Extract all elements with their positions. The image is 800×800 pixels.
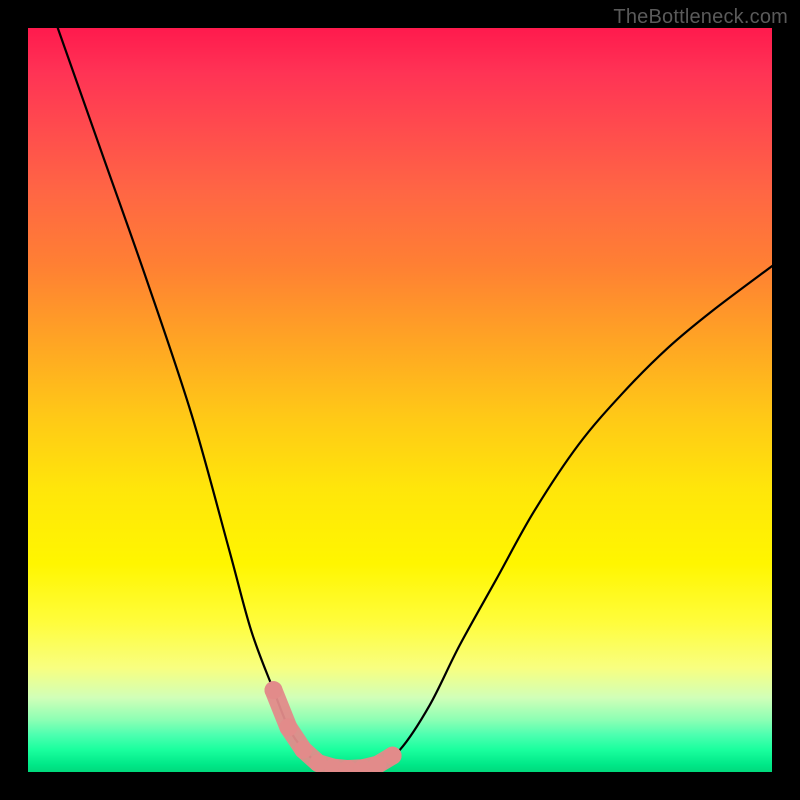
- watermark: TheBottleneck.com: [613, 6, 788, 29]
- valley-marker: [265, 681, 402, 772]
- bottleneck-curve: [58, 28, 772, 769]
- plot-area: [28, 28, 772, 772]
- chart-svg: [28, 28, 772, 772]
